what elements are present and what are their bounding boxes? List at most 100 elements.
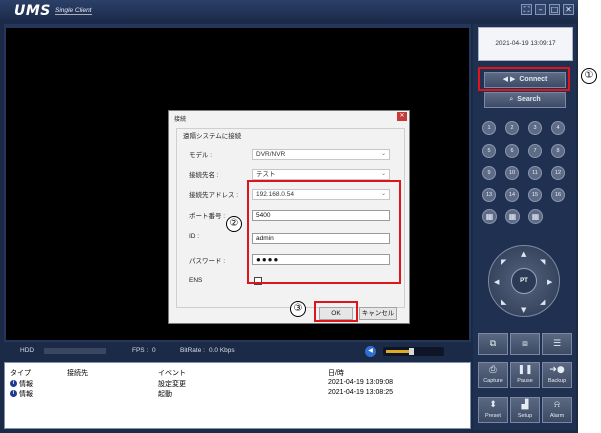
alarm-label: Alarm <box>549 413 565 419</box>
channel-button-15[interactable]: 15 <box>528 188 542 202</box>
pause-button[interactable]: ❚❚ Pause <box>510 362 540 388</box>
channel-button-1[interactable]: 1 <box>482 121 496 135</box>
app-logo: UMS <box>14 3 51 19</box>
close-button[interactable]: ✕ <box>563 4 574 15</box>
channel-button-14[interactable]: 14 <box>505 188 519 202</box>
capture-icon: ⎙ <box>489 365 497 375</box>
event-log: タイプ 接続先 イベント 日/時 i 情報 設定変更 2021-04-19 13… <box>4 362 471 429</box>
speaker-icon[interactable]: ◀ <box>365 346 376 357</box>
layout-9-icon[interactable]: ▦ <box>505 209 520 224</box>
channel-button-4[interactable]: 4 <box>551 121 565 135</box>
volume-fill <box>386 350 411 353</box>
channel-button-2[interactable]: 2 <box>505 121 519 135</box>
log-row-1-event: 設定変更 <box>158 381 186 388</box>
annotation-marker-2: ② <box>226 216 242 232</box>
cancel-button[interactable]: キャンセル <box>359 307 397 320</box>
log-row-1-type: 情報 <box>19 381 33 388</box>
model-select-value: DVR/NVR <box>256 151 286 158</box>
channel-button-10[interactable]: 10 <box>505 166 519 180</box>
annotation-marker-3: ③ <box>290 301 306 317</box>
split-view-icon[interactable]: ⧉ <box>478 333 508 355</box>
model-select[interactable]: DVR/NVR ⌄ <box>252 149 390 160</box>
pause-icon: ❚❚ <box>517 365 533 375</box>
channel-button-3[interactable]: 3 <box>528 121 542 135</box>
setup-label: Setup <box>517 413 533 419</box>
setup-button[interactable]: ▟ Setup <box>510 397 540 423</box>
channel-button-13[interactable]: 13 <box>482 188 496 202</box>
channel-button-12[interactable]: 12 <box>551 166 565 180</box>
log-row-2-datetime: 2021-04-19 13:08:25 <box>328 389 393 396</box>
log-header-destination: 接続先 <box>67 370 88 377</box>
ok-highlight <box>314 301 358 322</box>
ptz-down-left-icon[interactable]: ◣ <box>501 298 506 306</box>
destination-name-label: 接続先名 : <box>189 172 219 179</box>
fields-highlight <box>247 180 401 284</box>
destination-name-value: テスト <box>256 171 276 178</box>
fps-value: 0 <box>152 347 156 354</box>
list-view-icon[interactable]: ☰ <box>542 333 572 355</box>
channel-button-16[interactable]: 16 <box>551 188 565 202</box>
destination-name-select[interactable]: テスト ⌄ <box>252 169 390 180</box>
ptz-right-icon[interactable]: ▶ <box>547 278 552 286</box>
chevron-down-icon: ⌄ <box>380 171 386 177</box>
layout-4-icon[interactable]: ▦ <box>482 209 497 224</box>
chevron-down-icon: ⌄ <box>380 151 386 157</box>
model-label: モデル : <box>189 152 213 159</box>
preset-icon: ⬍ <box>489 400 497 410</box>
channel-button-11[interactable]: 11 <box>528 166 542 180</box>
search-button[interactable]: ⌕ Search <box>484 92 566 108</box>
preset-label: Preset <box>485 413 501 419</box>
channel-button-7[interactable]: 7 <box>528 144 542 158</box>
log-row-1-datetime: 2021-04-19 13:09:08 <box>328 379 393 386</box>
hdd-label: HDD <box>20 347 35 354</box>
connection-group-label: 遠隔システムに接続 <box>181 130 244 140</box>
dialog-title: 接続 <box>174 117 187 123</box>
clock-display: 2021-04-19 13:09:17 <box>478 27 573 61</box>
ptz-up-icon[interactable]: ▲ <box>521 250 526 258</box>
hdd-usage-bar <box>44 348 106 354</box>
capture-button[interactable]: ⎙ Capture <box>478 362 508 388</box>
ens-label: ENS <box>189 277 203 284</box>
dialog-close-icon[interactable]: ✕ <box>397 112 407 121</box>
connect-highlight <box>478 67 570 91</box>
ptz-down-right-icon[interactable]: ◢ <box>540 298 545 306</box>
port-label: ポート番号 : <box>189 213 226 220</box>
minimize-button[interactable]: – <box>535 4 546 15</box>
log-row-2-type: 情報 <box>19 391 33 398</box>
app-logo-subtitle: Single Client <box>55 7 92 15</box>
status-bar: HDD FPS : 0 BitRate : 0.0 Kbps ◀ <box>4 343 471 360</box>
annotation-marker-1: ① <box>581 68 597 84</box>
backup-label: Backup <box>547 378 567 384</box>
fullscreen-button[interactable]: ⛶ <box>521 4 532 15</box>
volume-slider[interactable] <box>383 347 444 356</box>
layout-16-icon[interactable]: ▦ <box>528 209 543 224</box>
channel-button-8[interactable]: 8 <box>551 144 565 158</box>
log-header-datetime: 日/時 <box>328 370 344 377</box>
channel-button-5[interactable]: 5 <box>482 144 496 158</box>
channel-button-9[interactable]: 9 <box>482 166 496 180</box>
setup-icon: ▟ <box>521 400 529 410</box>
log-row-2-event: 起動 <box>158 391 172 398</box>
backup-icon: ➜● <box>549 365 565 375</box>
volume-thumb[interactable] <box>408 348 414 355</box>
log-header-type: タイプ <box>10 370 31 377</box>
alarm-icon: ⍾ <box>554 400 560 410</box>
channel-button-6[interactable]: 6 <box>505 144 519 158</box>
preset-button[interactable]: ⬍ Preset <box>478 397 508 423</box>
ptz-down-icon[interactable]: ▼ <box>521 306 526 314</box>
ptz-left-icon[interactable]: ◀ <box>494 278 499 286</box>
info-icon: i <box>10 390 17 397</box>
info-icon: i <box>10 380 17 387</box>
bitrate-value: 0.0 Kbps <box>209 347 235 354</box>
alarm-button[interactable]: ⍾ Alarm <box>542 397 572 423</box>
title-bar: UMS Single Client ⛶ – □ ✕ <box>0 0 578 22</box>
camera-view-icon[interactable]: ⧈ <box>510 333 540 355</box>
ptz-center-button[interactable]: PT <box>511 268 537 294</box>
backup-button[interactable]: ➜● Backup <box>542 362 572 388</box>
ptz-up-right-icon[interactable]: ◥ <box>540 258 545 266</box>
maximize-button[interactable]: □ <box>549 4 560 15</box>
ptz-up-left-icon[interactable]: ◤ <box>501 258 506 266</box>
fps-label: FPS : <box>132 347 149 354</box>
capture-label: Capture <box>483 378 503 384</box>
pause-label: Pause <box>517 378 533 384</box>
